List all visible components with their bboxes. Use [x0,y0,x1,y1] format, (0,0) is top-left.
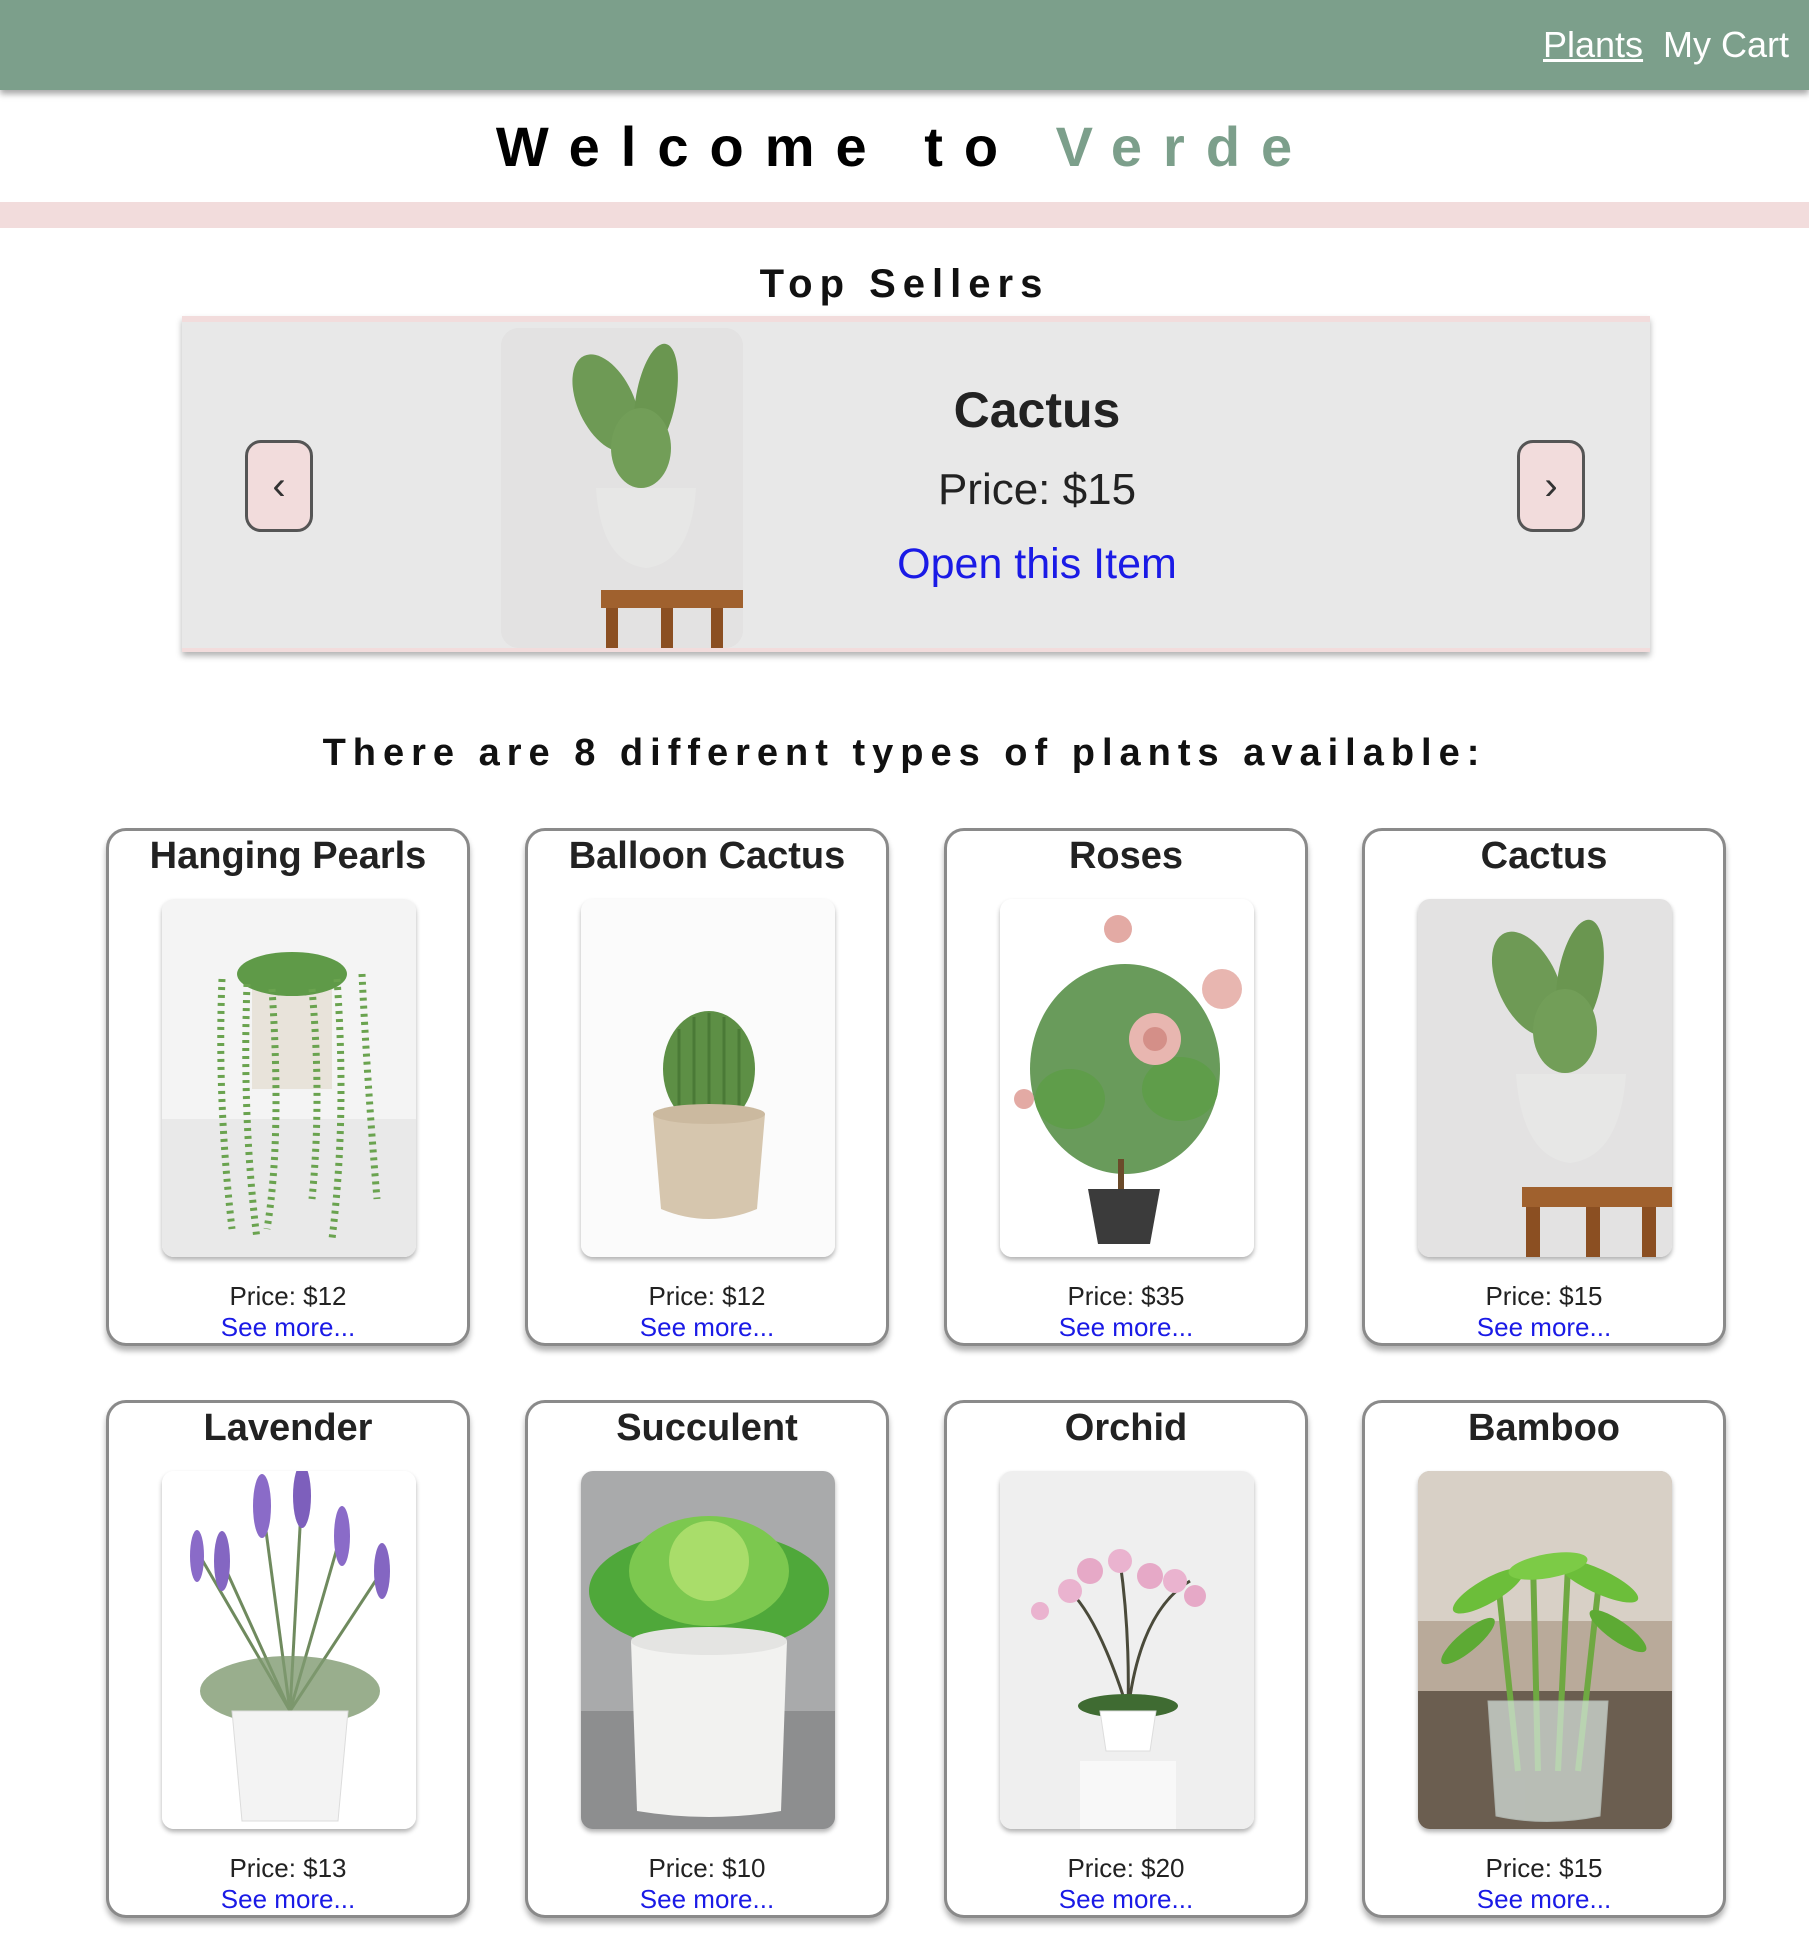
plant-name: Roses [1068,835,1184,877]
plant-image [162,1471,416,1829]
plant-image [1000,899,1254,1257]
cactus-image [501,328,743,648]
see-more-link[interactable]: See more... [109,1884,467,1914]
navbar: Plants My Cart [0,0,1809,90]
carousel-item-price: Price: $15 [937,465,1137,514]
plant-name: Succulent [616,1407,798,1449]
plant-name: Orchid [1064,1407,1188,1449]
plant-image [162,899,416,1257]
plant-price: Price: $35 [1067,1281,1185,1311]
plant-card: Lavender Price: $13 See more... [106,1400,470,1918]
plant-card: Succulent Price: $10 See more... [525,1400,889,1918]
carousel-item-image [501,328,743,648]
lavender-image [162,1471,416,1829]
plant-card: Roses Price: $35 See more... [944,828,1308,1346]
plant-price: Price: $20 [1067,1853,1185,1883]
top-sellers-carousel: ‹ Cactus Price: $15 Open this Item › [182,316,1650,652]
plant-name: Bamboo [1468,1407,1620,1449]
chevron-right-icon: › [1544,463,1558,508]
plant-card: Hanging Pearls Price: $12 See more... [106,828,470,1346]
nav-plants-link[interactable]: Plants [1543,22,1643,68]
carousel-next-button[interactable]: › [1517,440,1585,532]
nav-cart-link[interactable]: My Cart [1663,22,1789,68]
open-item-link[interactable]: Open this Item [802,538,1272,590]
plant-name: Hanging Pearls [149,835,427,877]
see-more-link[interactable]: See more... [528,1312,886,1342]
plant-price: Price: $12 [648,1281,766,1311]
plant-image [581,899,835,1257]
top-sellers-title: Top Sellers [759,262,1050,306]
plant-name: Cactus [1480,835,1608,877]
see-more-link[interactable]: See more... [1365,1884,1723,1914]
carousel-prev-button[interactable]: ‹ [245,440,313,532]
see-more-link[interactable]: See more... [109,1312,467,1342]
cactus-image [1418,899,1672,1257]
plant-count-text: There are 8 different types of plants av… [322,732,1487,774]
plant-image [1418,1471,1672,1829]
chevron-left-icon: ‹ [272,463,286,508]
bamboo-image [1418,1471,1672,1829]
see-more-link[interactable]: See more... [947,1312,1305,1342]
plant-price: Price: $13 [229,1853,347,1883]
plant-image [1000,1471,1254,1829]
plant-name: Lavender [203,1407,373,1449]
brand-name: Verde [1055,115,1314,178]
page-title: Welcome to Verde [0,112,1809,182]
plant-card: Balloon Cactus Price: $12 See more... [525,828,889,1346]
plant-image [1418,899,1672,1257]
plant-name: Balloon Cactus [568,835,846,877]
plant-card: Cactus Price: $15 See more... [1362,828,1726,1346]
see-more-link[interactable]: See more... [947,1884,1305,1914]
plant-price: Price: $15 [1485,1281,1603,1311]
see-more-link[interactable]: See more... [1365,1312,1723,1342]
welcome-prefix: Welcome to [495,115,1056,178]
balloon-cactus-image [581,899,835,1257]
see-more-link[interactable]: See more... [528,1884,886,1914]
succulent-image [581,1471,835,1829]
hanging-pearls-image [162,899,416,1257]
orchid-image [1000,1471,1254,1829]
roses-image [1000,899,1254,1257]
plant-price: Price: $10 [648,1853,766,1883]
divider-band [0,202,1809,228]
plant-card: Orchid Price: $20 See more... [944,1400,1308,1918]
plant-price: Price: $15 [1485,1853,1603,1883]
plant-price: Price: $12 [229,1281,347,1311]
plant-card: Bamboo Price: $15 See more... [1362,1400,1726,1918]
carousel-item-name: Cactus [953,382,1121,438]
plant-image [581,1471,835,1829]
